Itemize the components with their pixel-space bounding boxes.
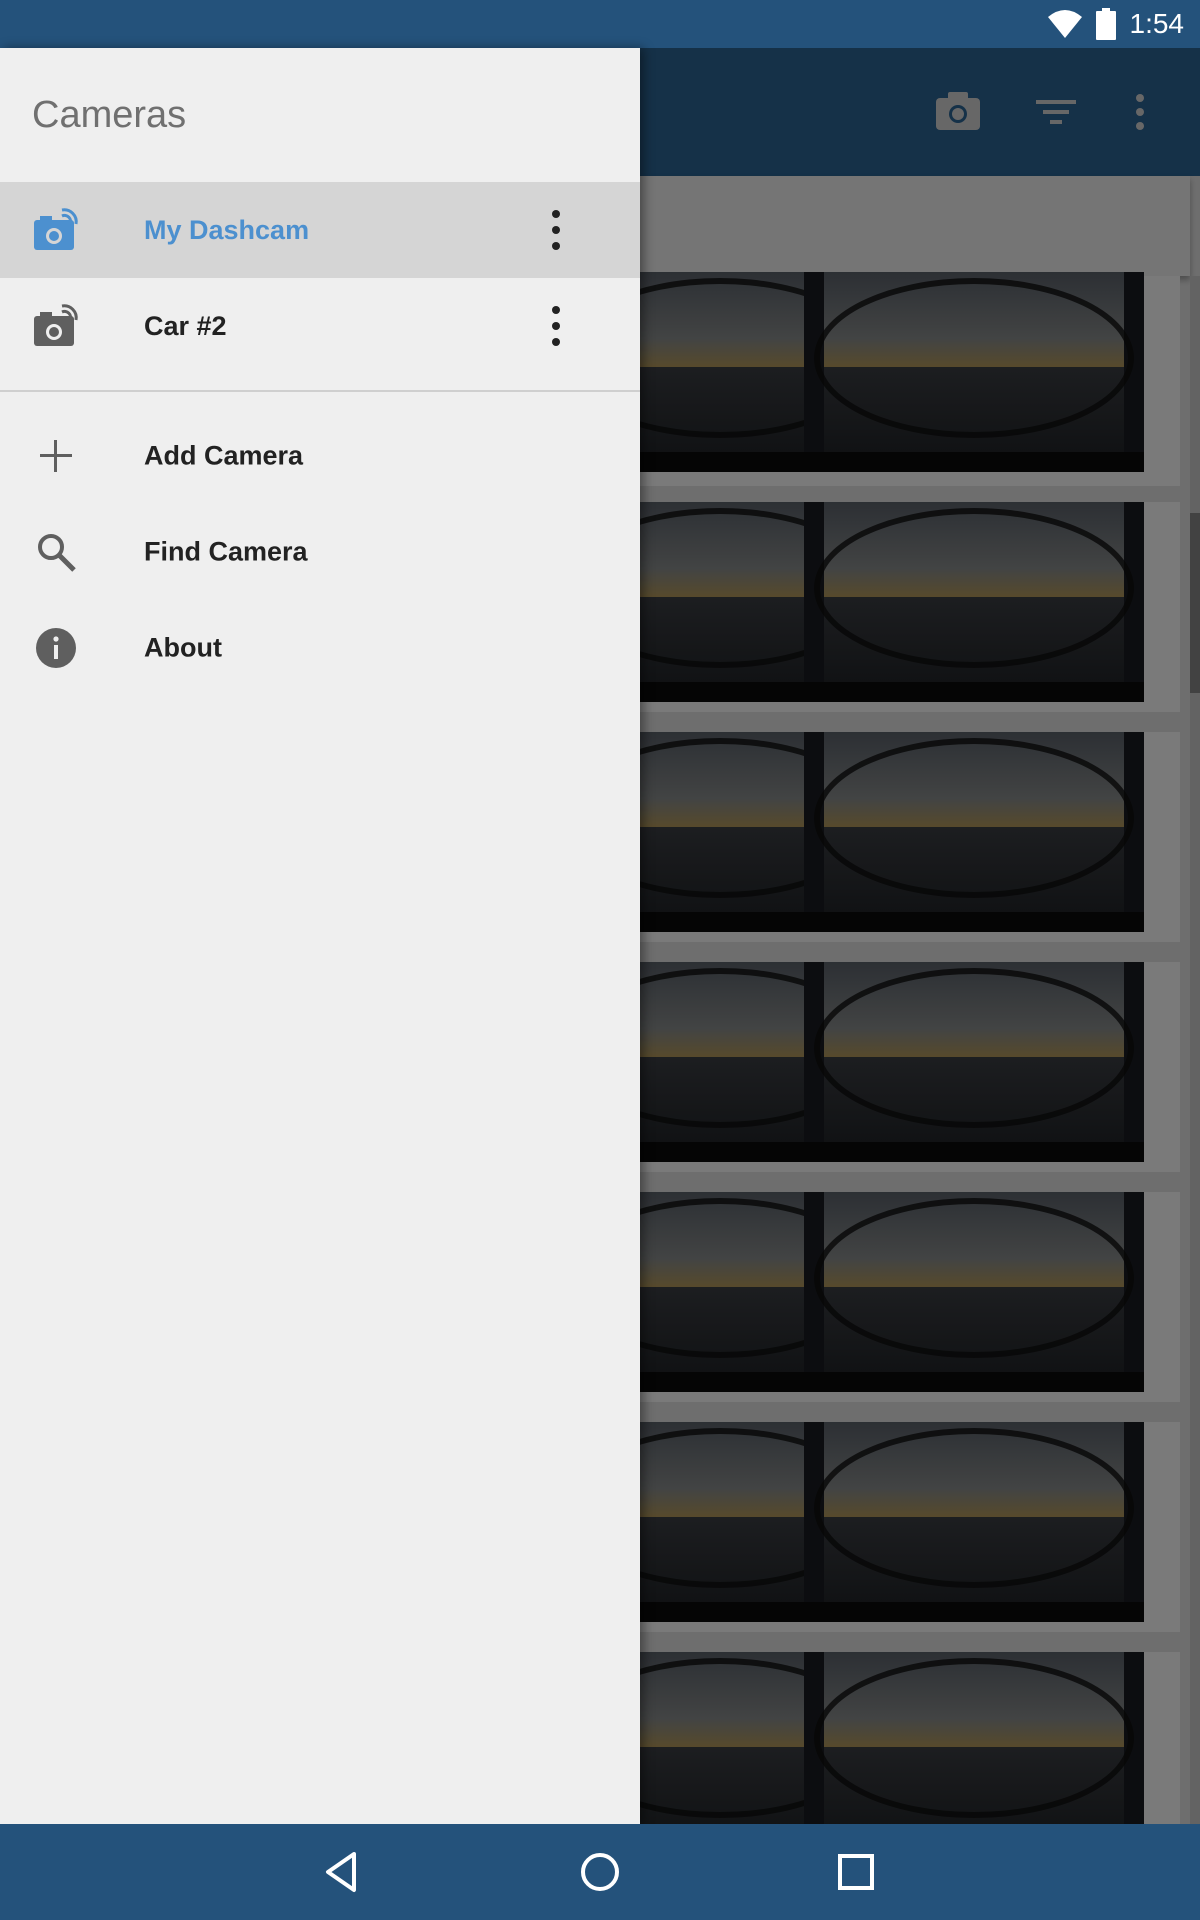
status-time: 1:54 — [1129, 8, 1185, 39]
info-icon — [36, 628, 76, 668]
menu-item-add-camera[interactable]: Add Camera — [0, 408, 640, 504]
battery-icon — [1095, 8, 1116, 40]
drawer-header: Cameras — [0, 48, 640, 182]
menu-item-find-camera[interactable]: Find Camera — [0, 504, 640, 600]
status-icons: 1:54 — [1047, 0, 1185, 48]
back-icon[interactable] — [314, 1842, 374, 1902]
camera-wifi-icon — [34, 304, 78, 346]
menu-item-about[interactable]: About — [0, 600, 640, 696]
home-icon[interactable] — [570, 1842, 630, 1902]
camera-item-label: My Dashcam — [144, 214, 310, 245]
camera-item-label: Car #2 — [144, 310, 227, 341]
wifi-icon — [1047, 10, 1082, 38]
navigation-drawer: Cameras My Dashcam Car #2 Add Camera Fin… — [0, 48, 640, 1824]
camera-item-car-2[interactable]: Car #2 — [0, 278, 640, 374]
camera-item-my-dashcam[interactable]: My Dashcam — [0, 182, 640, 278]
menu-item-label: About — [144, 632, 222, 663]
add-icon — [40, 440, 72, 472]
menu-item-label: Add Camera — [144, 440, 304, 471]
menu-item-label: Find Camera — [144, 536, 308, 567]
camera-more-options-button[interactable] — [544, 302, 568, 350]
system-nav-bar — [0, 1824, 1200, 1920]
drawer-title: Cameras — [32, 93, 187, 136]
search-icon — [38, 534, 76, 572]
drawer-divider — [0, 390, 640, 392]
recents-icon[interactable] — [826, 1842, 886, 1902]
status-bar: 1:54 — [0, 0, 1200, 48]
camera-wifi-icon — [34, 208, 78, 250]
camera-more-options-button[interactable] — [544, 206, 568, 254]
